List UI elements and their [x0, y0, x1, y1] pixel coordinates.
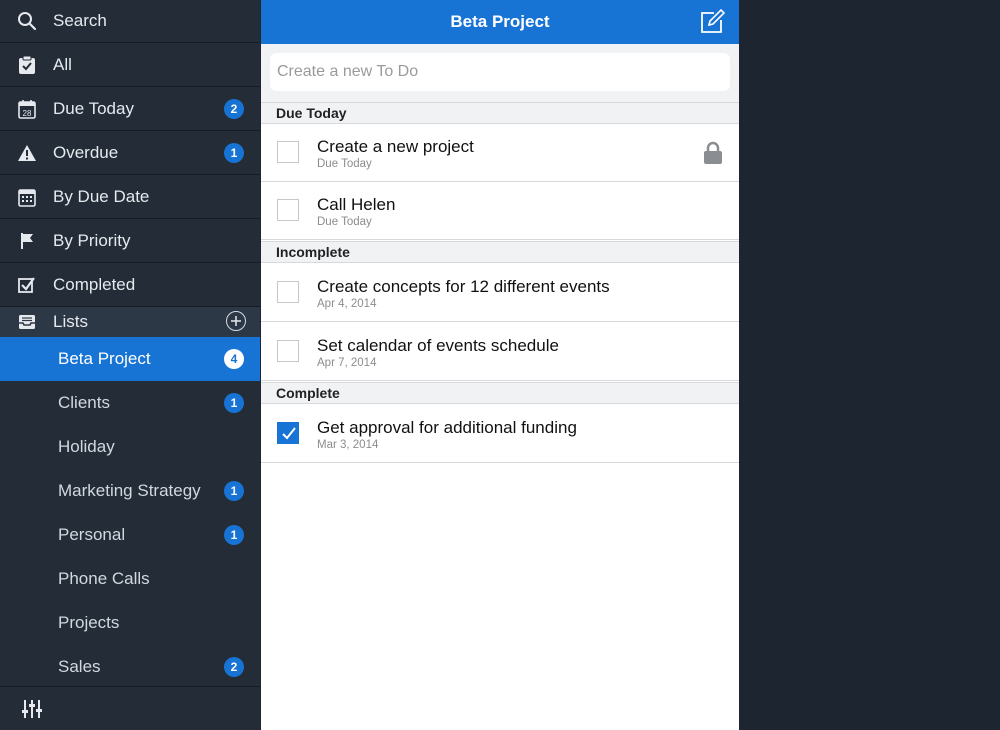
compose-icon	[701, 8, 726, 33]
search-label: Search	[53, 11, 107, 30]
task-row[interactable]: Get approval for additional funding Mar …	[261, 405, 739, 463]
task-checkbox[interactable]	[277, 141, 299, 163]
sidebar-footer	[0, 686, 260, 730]
task-title: Call Helen	[317, 195, 396, 214]
list-item-beta-project[interactable]: Beta Project 4	[0, 337, 260, 381]
sidebar: Search All 28 Due Today 2 Overdue 1 By D…	[0, 0, 260, 730]
new-todo-bar	[261, 44, 739, 102]
lock-icon	[703, 141, 723, 170]
checkmark-icon	[282, 427, 296, 440]
sidebar-item-label: Overdue	[53, 143, 119, 162]
task-due-label: Due Today	[317, 216, 372, 228]
task-due-date: Mar 3, 2014	[317, 439, 379, 451]
inbox-icon	[16, 311, 38, 333]
list-item-label: Holiday	[58, 437, 115, 456]
top-bar: Beta Project	[261, 0, 739, 44]
count-badge: 1	[224, 393, 244, 413]
section-label: Due Today	[276, 105, 347, 121]
sidebar-item-overdue[interactable]: Overdue 1	[0, 132, 260, 175]
count-badge: 2	[224, 99, 244, 119]
sidebar-item-label: Completed	[53, 275, 136, 294]
list-item-holiday[interactable]: Holiday	[0, 425, 260, 469]
lists-header: Lists	[0, 307, 260, 337]
sidebar-item-by-due-date[interactable]: By Due Date	[0, 176, 260, 219]
settings-sliders-icon[interactable]	[22, 699, 42, 724]
count-badge: 1	[224, 143, 244, 163]
calendar-28-icon: 28	[16, 98, 38, 120]
sidebar-item-all[interactable]: All	[0, 44, 260, 87]
count-badge: 2	[224, 657, 244, 677]
plus-icon	[231, 316, 241, 326]
task-title: Set calendar of events schedule	[317, 336, 559, 355]
list-item-personal[interactable]: Personal 1	[0, 513, 260, 557]
task-checkbox[interactable]	[277, 340, 299, 362]
section-label: Complete	[276, 385, 340, 401]
task-row[interactable]: Call Helen Due Today	[261, 182, 739, 240]
task-checkbox-checked[interactable]	[277, 422, 299, 444]
sidebar-item-due-today[interactable]: 28 Due Today 2	[0, 88, 260, 131]
task-due-date: Apr 7, 2014	[317, 357, 377, 369]
list-item-label: Projects	[58, 613, 120, 632]
count-badge: 4	[224, 349, 244, 369]
section-header-incomplete: Incomplete	[261, 241, 739, 263]
list-item-projects[interactable]: Projects	[0, 601, 260, 645]
task-title: Create a new project	[317, 137, 474, 156]
task-row[interactable]: Set calendar of events schedule Apr 7, 2…	[261, 323, 739, 381]
list-item-label: Clients	[58, 393, 110, 412]
add-list-button[interactable]	[226, 311, 246, 331]
count-badge: 1	[224, 481, 244, 501]
new-todo-input[interactable]	[270, 53, 730, 91]
sidebar-item-by-priority[interactable]: By Priority	[0, 220, 260, 263]
list-item-sales[interactable]: Sales 2	[0, 645, 260, 689]
list-item-clients[interactable]: Clients 1	[0, 381, 260, 425]
list-item-label: Phone Calls	[58, 569, 150, 588]
sidebar-item-label: By Priority	[53, 231, 131, 250]
compose-button[interactable]	[699, 8, 726, 35]
task-title: Get approval for additional funding	[317, 418, 577, 437]
list-item-label: Beta Project	[58, 349, 151, 368]
checklist-icon	[16, 54, 38, 76]
task-checkbox[interactable]	[277, 281, 299, 303]
task-due-label: Due Today	[317, 158, 372, 170]
warning-icon	[16, 142, 38, 164]
svg-text:28: 28	[23, 109, 32, 118]
search-icon	[16, 10, 38, 32]
page-title: Beta Project	[450, 12, 550, 31]
task-row[interactable]: Create concepts for 12 different events …	[261, 264, 739, 322]
list-item-marketing-strategy[interactable]: Marketing Strategy 1	[0, 469, 260, 513]
task-title: Create concepts for 12 different events	[317, 277, 610, 296]
task-checkbox[interactable]	[277, 199, 299, 221]
section-header-due-today: Due Today	[261, 102, 739, 124]
calendar-icon	[16, 186, 38, 208]
sidebar-item-label: All	[53, 55, 72, 74]
list-item-label: Sales	[58, 657, 101, 676]
count-badge: 1	[224, 525, 244, 545]
list-item-phone-calls[interactable]: Phone Calls	[0, 557, 260, 601]
sidebar-item-label: Due Today	[53, 99, 134, 118]
sidebar-search[interactable]: Search	[0, 0, 260, 43]
task-row[interactable]: Create a new project Due Today	[261, 124, 739, 182]
task-panel: Beta Project Due Today Create a new proj…	[261, 0, 739, 730]
list-item-label: Personal	[58, 525, 126, 544]
lists-label: Lists	[53, 312, 88, 331]
list-item-label: Marketing Strategy	[58, 481, 201, 500]
checkbox-checked-icon	[16, 274, 38, 296]
section-header-complete: Complete	[261, 382, 739, 404]
task-due-date: Apr 4, 2014	[317, 298, 377, 310]
section-label: Incomplete	[276, 244, 350, 260]
sidebar-item-label: By Due Date	[53, 187, 150, 206]
flag-icon	[16, 230, 38, 252]
sidebar-item-completed[interactable]: Completed	[0, 264, 260, 307]
